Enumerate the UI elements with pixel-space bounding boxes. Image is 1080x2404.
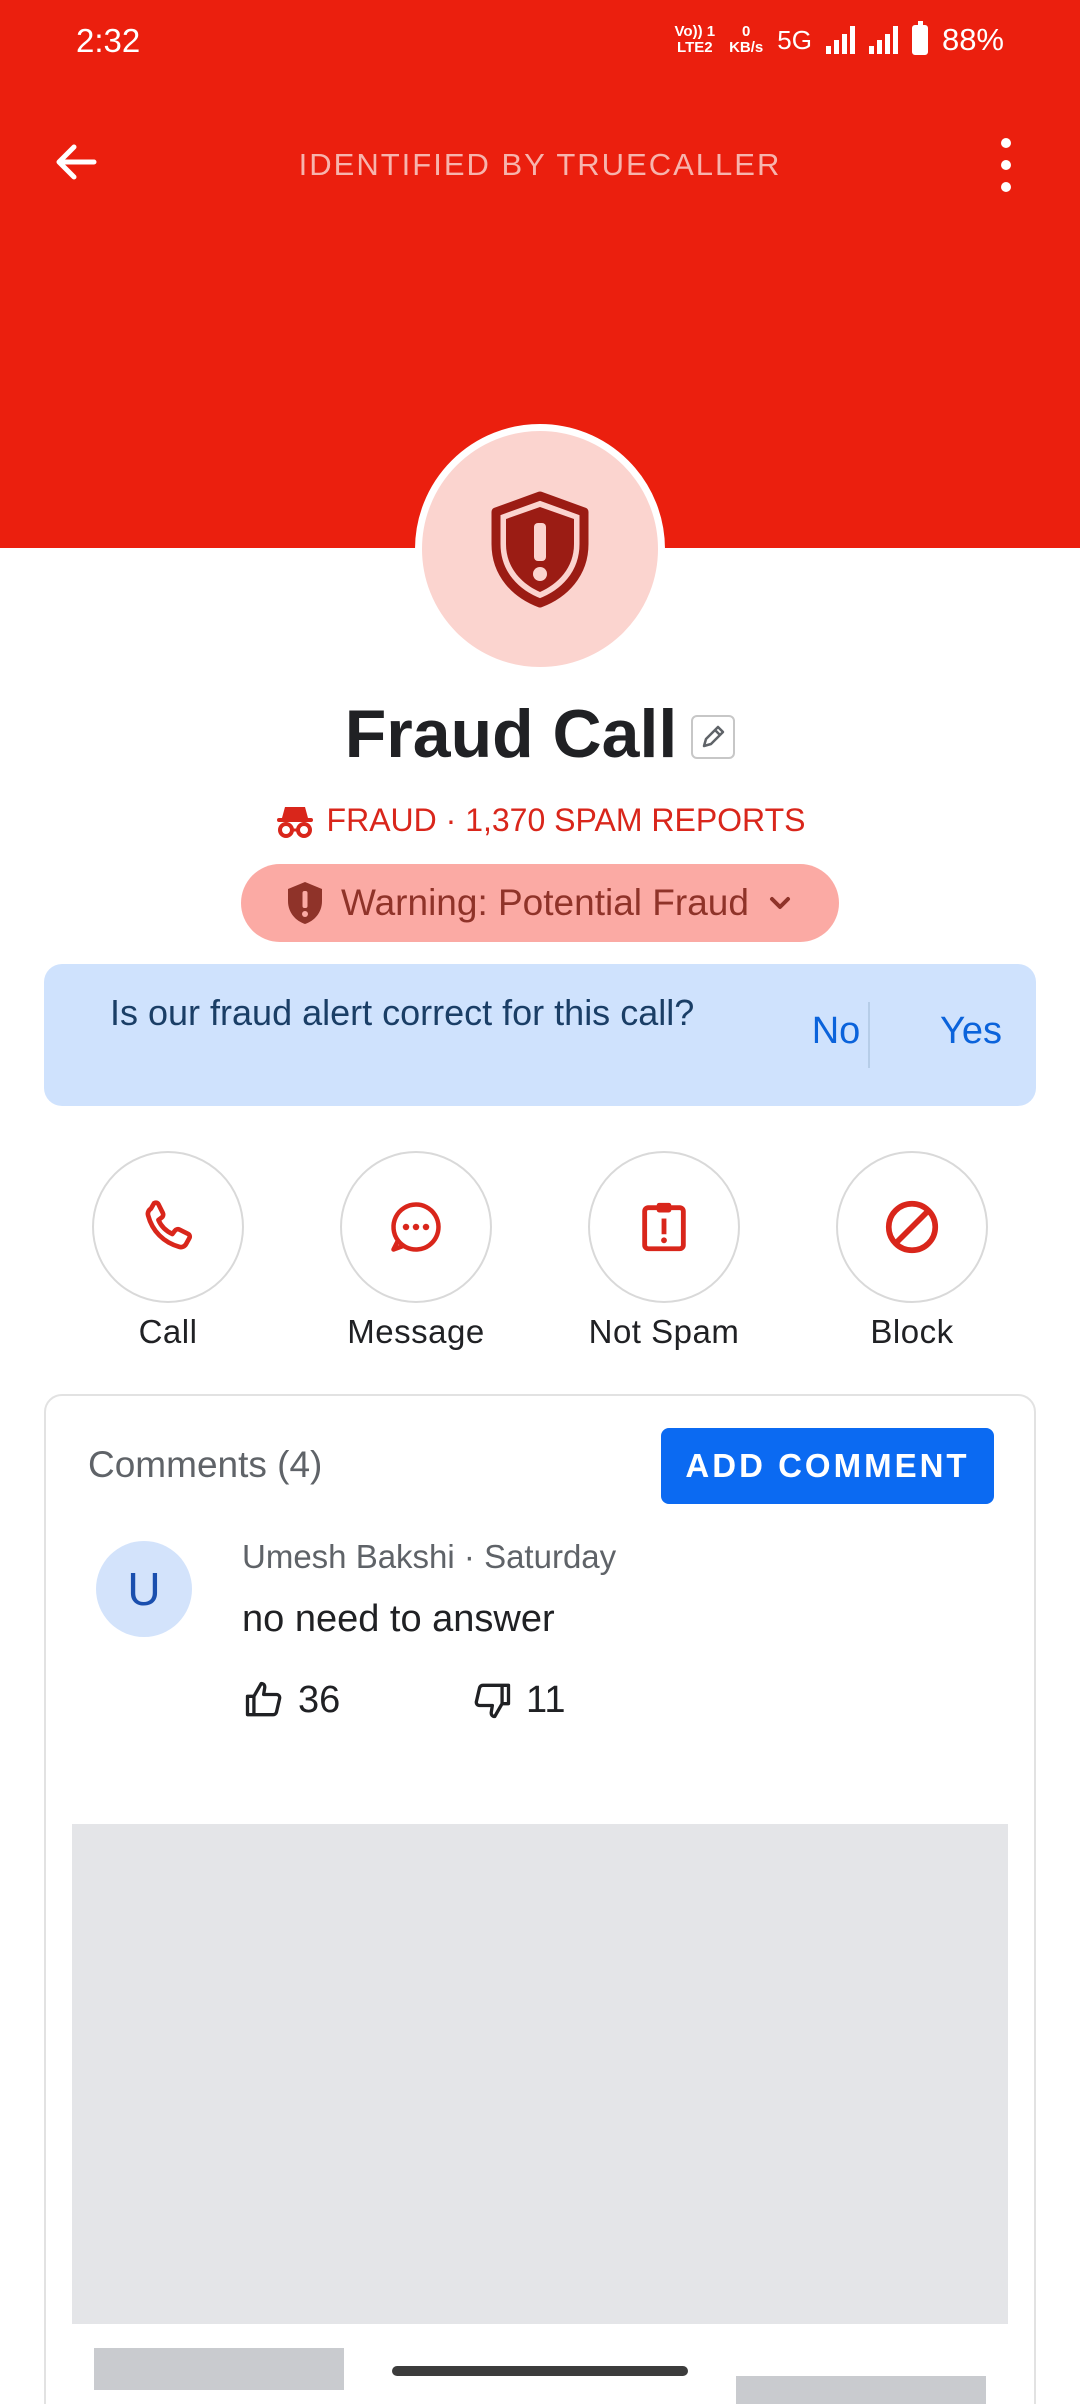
like-count: 36 <box>298 1678 341 1721</box>
warning-text: Warning: Potential Fraud <box>341 882 749 923</box>
alert-yes-button[interactable]: Yes <box>906 1010 1036 1053</box>
not-spam-button[interactable] <box>588 1151 740 1303</box>
comments-card: Comments (4) ADD COMMENT U Umesh Bakshi … <box>44 1394 1036 2404</box>
ad-placeholder <box>72 1824 1008 2324</box>
call-button[interactable] <box>92 1151 244 1303</box>
caller-name: Fraud Call <box>344 696 678 772</box>
comment-text: no need to answer <box>242 1598 555 1640</box>
not-spam-label: Not Spam <box>588 1313 740 1350</box>
message-label: Message <box>347 1313 485 1350</box>
signal-icon <box>868 26 898 54</box>
status-icons: Vo)) 1 LTE2 0 KB/s 5G 88% <box>674 21 1004 58</box>
block-action[interactable]: Block <box>812 1151 1012 1351</box>
like-button[interactable]: 36 <box>242 1678 340 1722</box>
thumbs-down-icon <box>474 1683 511 1719</box>
warning-chip[interactable]: Warning: Potential Fraud <box>241 864 839 942</box>
fraud-reports-label: FRAUD · 1,370 SPAM REPORTS <box>0 802 1080 839</box>
dislike-count: 11 <box>526 1678 566 1721</box>
battery-percent: 88% <box>941 22 1004 57</box>
message-button[interactable] <box>340 1151 492 1303</box>
fraud-reports-text: FRAUD · 1,370 SPAM REPORTS <box>326 802 806 838</box>
toolbar-title: IDENTIFIED BY TRUECALLER <box>298 147 782 182</box>
spy-icon <box>276 806 313 838</box>
comment-meta: Umesh Bakshi · Saturday <box>242 1538 617 1575</box>
caller-avatar <box>415 424 665 674</box>
comments-title: Comments (4) <box>88 1444 323 1485</box>
battery-icon <box>911 21 928 55</box>
block-label: Block <box>870 1313 954 1350</box>
more-vertical-icon <box>1001 138 1011 148</box>
fraud-alert-question: Is our fraud alert correct for this call… <box>110 992 695 1033</box>
volte-indicator: Vo)) 1 LTE2 <box>674 23 716 56</box>
ad-placeholder-line <box>94 2348 344 2390</box>
chevron-down-icon <box>769 897 790 909</box>
ad-placeholder-line <box>736 2376 986 2404</box>
dislike-button[interactable]: 11 <box>470 1678 565 1722</box>
net-speed: 0 KB/s <box>729 23 764 56</box>
network-type: 5G <box>777 24 812 55</box>
call-action[interactable]: Call <box>68 1151 268 1351</box>
pencil-icon <box>703 725 725 748</box>
signal-icon <box>825 26 855 54</box>
block-icon <box>885 1200 939 1254</box>
divider <box>868 1002 870 1068</box>
shield-alert-icon <box>288 882 323 924</box>
not-spam-action[interactable]: Not Spam <box>564 1151 764 1351</box>
phone-icon <box>145 1200 193 1250</box>
status-time: 2:32 <box>76 22 141 59</box>
avatar: U <box>96 1541 192 1637</box>
message-action[interactable]: Message <box>316 1151 516 1351</box>
add-comment-button[interactable]: ADD COMMENT <box>661 1428 994 1504</box>
thumbs-up-icon <box>245 1681 282 1717</box>
fraud-alert-feedback: Is our fraud alert correct for this call… <box>44 964 1036 1106</box>
call-label: Call <box>138 1313 198 1350</box>
shield-alert-icon <box>491 491 589 608</box>
alert-no-button[interactable]: No <box>766 1010 906 1053</box>
block-button[interactable] <box>836 1151 988 1303</box>
not-spam-icon <box>642 1202 686 1252</box>
message-icon <box>391 1202 441 1252</box>
more-options-button[interactable] <box>992 138 1020 192</box>
home-indicator[interactable] <box>392 2366 688 2376</box>
edit-name-button[interactable] <box>691 715 736 759</box>
caller-name-row: Fraud Call <box>0 695 1080 773</box>
